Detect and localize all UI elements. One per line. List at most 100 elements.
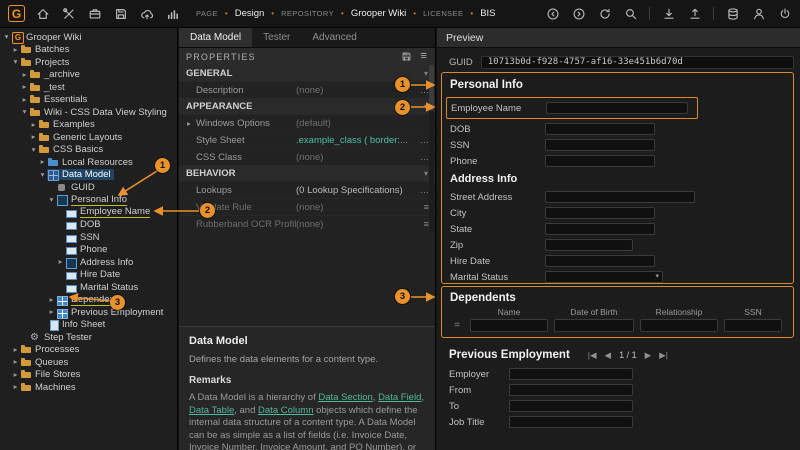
chevron-right-icon[interactable]: ▸ <box>11 369 20 381</box>
chevron-down-icon[interactable]: ▾ <box>20 106 29 118</box>
scrollbar-thumb[interactable] <box>429 65 434 111</box>
tree-item-essentials[interactable]: ▸Essentials <box>0 94 177 107</box>
hire-date-input[interactable] <box>545 255 655 267</box>
tree-item-file-stores[interactable]: ▸File Stores <box>0 369 177 382</box>
chevron-down-icon[interactable]: ▾ <box>11 56 20 68</box>
chevron-right-icon[interactable]: ▸ <box>20 94 29 106</box>
employee-name-input[interactable] <box>546 102 688 114</box>
chevron-right-icon[interactable]: ▸ <box>56 256 65 268</box>
property-value[interactable]: (none) <box>296 219 417 230</box>
power-icon[interactable] <box>777 6 792 21</box>
tree-item-info-sheet[interactable]: Info Sheet <box>0 319 177 332</box>
chevron-down-icon[interactable]: ▾ <box>29 144 38 156</box>
grooper-logo[interactable]: G <box>8 5 25 22</box>
meta-page-value[interactable]: Design <box>235 8 265 19</box>
tree-item-machines[interactable]: ▸Machines <box>0 381 177 394</box>
tab-advanced[interactable]: Advanced <box>301 28 367 47</box>
property-value[interactable]: (0 Lookup Specifications) <box>296 185 417 196</box>
from-input[interactable] <box>509 384 633 396</box>
tree-item-previous-employment[interactable]: ▸Previous Employment <box>0 306 177 319</box>
property-value[interactable]: (none) <box>296 202 417 213</box>
tree-item-local-resources[interactable]: ▸Local Resources <box>0 156 177 169</box>
zip-input[interactable] <box>545 239 633 251</box>
tree-item-wiki-css-data-view-styling[interactable]: ▾Wiki - CSS Data View Styling <box>0 106 177 119</box>
chevron-right-icon[interactable]: ▸ <box>29 119 38 131</box>
pager-prev-button[interactable]: ◀ <box>605 350 612 361</box>
nav-back-icon[interactable] <box>545 6 560 21</box>
chevron-right-icon[interactable]: ▸ <box>11 356 20 368</box>
help-link[interactable]: Data Table <box>189 405 234 416</box>
pager-last-button[interactable]: ▶| <box>659 350 668 361</box>
help-link[interactable]: Data Column <box>258 405 313 416</box>
dependents-cell-input-date-of-birth[interactable] <box>554 319 634 332</box>
tree-item-processes[interactable]: ▸Processes <box>0 344 177 357</box>
tree-item-css-basics[interactable]: ▾CSS Basics <box>0 144 177 157</box>
pager-first-button[interactable]: |◀ <box>588 350 597 361</box>
properties-scrollbar[interactable] <box>429 65 434 233</box>
chevron-right-icon[interactable]: ▸ <box>47 306 56 318</box>
chevron-right-icon[interactable]: ▸ <box>29 131 38 143</box>
tree-item-generic-layouts[interactable]: ▸Generic Layouts <box>0 131 177 144</box>
chevron-right-icon[interactable]: ▸ <box>11 44 20 56</box>
property-value[interactable]: (none) <box>296 152 417 163</box>
chevron-right-icon[interactable]: ▸ <box>20 81 29 93</box>
meta-licensee-value[interactable]: BIS <box>480 8 495 19</box>
cloud-upload-icon[interactable] <box>139 6 154 21</box>
menu-icon[interactable]: ≡ <box>420 51 428 62</box>
tab-data-model[interactable]: Data Model <box>179 28 252 47</box>
property-value[interactable]: .example_class ( border:... <box>296 135 417 146</box>
dependents-cell-input-name[interactable] <box>470 319 548 332</box>
chevron-right-icon[interactable]: ▸ <box>11 344 20 356</box>
upload-icon[interactable] <box>687 6 702 21</box>
ssn-input[interactable] <box>545 139 655 151</box>
database-icon[interactable] <box>725 6 740 21</box>
dependents-cell-input-relationship[interactable] <box>640 319 718 332</box>
city-input[interactable] <box>545 207 655 219</box>
stats-icon[interactable] <box>165 6 180 21</box>
tree-item-archive[interactable]: ▸_archive <box>0 69 177 82</box>
employer-input[interactable] <box>509 368 633 380</box>
chevron-right-icon[interactable]: ▸ <box>47 294 56 306</box>
tree-item-personal-info[interactable]: ▾Personal Info <box>0 194 177 207</box>
meta-repository-value[interactable]: Grooper Wiki <box>351 8 406 19</box>
tree-item-batches[interactable]: ▸Batches <box>0 44 177 57</box>
pager-next-button[interactable]: ▶ <box>645 350 652 361</box>
tree-item-queues[interactable]: ▸Queues <box>0 356 177 369</box>
user-icon[interactable] <box>751 6 766 21</box>
property-value[interactable]: (default) <box>296 118 435 129</box>
tree-item-address-info[interactable]: ▸Address Info <box>0 256 177 269</box>
to-input[interactable] <box>509 400 633 412</box>
help-link[interactable]: Data Section <box>318 392 372 403</box>
chevron-right-icon[interactable]: ▸ <box>20 69 29 81</box>
dependents-cell-input-ssn[interactable] <box>724 319 782 332</box>
tree-item-dob[interactable]: DOB <box>0 219 177 232</box>
street-address-input[interactable] <box>545 191 695 203</box>
chevron-right-icon[interactable]: ▸ <box>38 156 47 168</box>
state-input[interactable] <box>545 223 655 235</box>
job-title-input[interactable] <box>509 416 633 428</box>
tools-icon[interactable] <box>61 6 76 21</box>
marital-status-select[interactable]: ▾ <box>545 271 663 283</box>
help-link[interactable]: Data Field <box>378 392 421 403</box>
row-drag-handle[interactable]: = <box>450 320 464 331</box>
chevron-down-icon[interactable]: ▾ <box>47 194 56 206</box>
search-icon[interactable] <box>623 6 638 21</box>
tree-item-grooper-wiki[interactable]: ▾Grooper Wiki <box>0 31 177 44</box>
phone-input[interactable] <box>545 155 655 167</box>
tree-item-examples[interactable]: ▸Examples <box>0 119 177 132</box>
tree-item-data-model[interactable]: ▾Data Model <box>0 169 177 182</box>
toolbox-icon[interactable] <box>87 6 102 21</box>
tree-item-ssn[interactable]: SSN <box>0 231 177 244</box>
tab-tester[interactable]: Tester <box>252 28 301 47</box>
save-icon[interactable] <box>400 51 412 63</box>
tree-item-employee-name[interactable]: Employee Name <box>0 206 177 219</box>
chevron-down-icon[interactable]: ▾ <box>38 169 47 181</box>
expander-icon[interactable]: ▸ <box>187 119 196 128</box>
refresh-icon[interactable] <box>597 6 612 21</box>
home-icon[interactable] <box>35 6 50 21</box>
tree-item-hire-date[interactable]: Hire Date <box>0 269 177 282</box>
dob-input[interactable] <box>545 123 655 135</box>
tree-item-marital-status[interactable]: Marital Status <box>0 281 177 294</box>
tree-item-projects[interactable]: ▾Projects <box>0 56 177 69</box>
tree-item-guid[interactable]: GUID <box>0 181 177 194</box>
